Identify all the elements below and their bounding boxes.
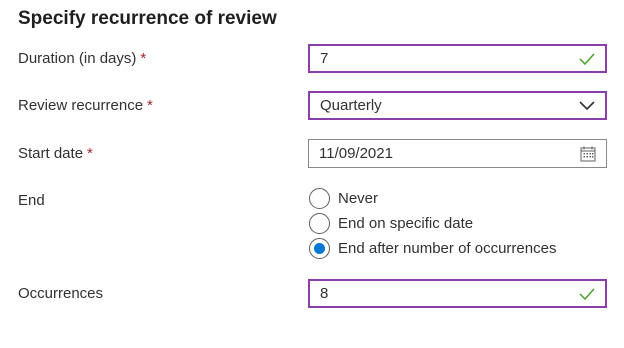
radio-end-on-date-label: End on specific date bbox=[338, 215, 474, 232]
checkmark-icon bbox=[579, 52, 595, 65]
duration-input[interactable]: 7 bbox=[308, 44, 607, 73]
radio-never[interactable]: Never bbox=[309, 188, 378, 209]
recurrence-label-text: Review recurrence bbox=[18, 97, 144, 114]
radio-selected-dot bbox=[314, 243, 325, 254]
chevron-down-icon bbox=[579, 100, 595, 110]
start-date-label: Start date * bbox=[18, 145, 93, 162]
recurrence-value: Quarterly bbox=[320, 97, 382, 114]
radio-end-on-date[interactable]: End on specific date bbox=[309, 213, 473, 234]
occurrences-label: Occurrences bbox=[18, 285, 104, 302]
start-date-input[interactable]: 11/09/2021 bbox=[308, 139, 607, 168]
recurrence-dropdown[interactable]: Quarterly bbox=[308, 91, 607, 120]
radio-circle[interactable] bbox=[309, 213, 330, 234]
duration-label: Duration (in days) * bbox=[18, 50, 146, 67]
required-asterisk: * bbox=[87, 145, 93, 162]
radio-end-after-occurrences[interactable]: End after number of occurrences bbox=[309, 238, 556, 259]
occurrences-value: 8 bbox=[320, 285, 329, 302]
occurrences-input[interactable]: 8 bbox=[308, 279, 607, 308]
radio-circle[interactable] bbox=[309, 188, 330, 209]
radio-never-label: Never bbox=[338, 190, 379, 207]
radio-circle-selected[interactable] bbox=[309, 238, 330, 259]
start-date-value: 11/09/2021 bbox=[319, 145, 393, 162]
checkmark-icon bbox=[579, 287, 595, 300]
start-date-label-text: Start date bbox=[18, 145, 84, 162]
duration-value: 7 bbox=[320, 50, 329, 67]
required-asterisk: * bbox=[140, 50, 147, 67]
required-asterisk: * bbox=[147, 97, 153, 114]
section-title: Specify recurrence of review bbox=[18, 8, 277, 29]
end-label: End bbox=[18, 192, 45, 209]
calendar-icon[interactable] bbox=[580, 146, 596, 162]
duration-label-text: Duration (in days) bbox=[18, 50, 137, 67]
recurrence-label: Review recurrence * bbox=[18, 97, 153, 114]
radio-end-after-occurrences-label: End after number of occurrences bbox=[338, 240, 557, 257]
